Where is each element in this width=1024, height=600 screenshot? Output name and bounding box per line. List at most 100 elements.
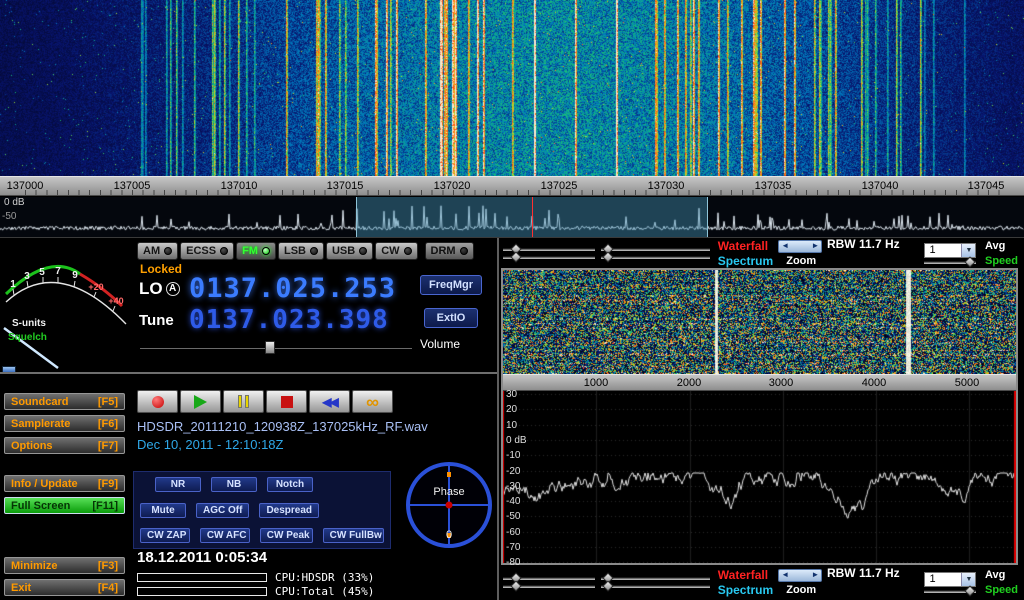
hdsdr-window: 137000 137005 137010 137015 137020 13702… [0,0,1024,600]
dropdown-arrow-icon[interactable]: ▼ [961,244,975,257]
spectrum-offset-slider[interactable] [601,256,710,259]
zoom-label: Zoom [778,584,816,596]
dsp-row: NR NB Notch [140,477,384,492]
main-spectrum-display[interactable]: 0 dB -50 [0,197,1024,237]
spectrum-tab[interactable]: Spectrum [718,254,778,268]
mode-button-am[interactable]: AM [137,242,178,260]
slider-thumb[interactable] [510,251,521,262]
recording-filename: HDSDR_20111210_120938Z_137025kHz_RF.wav [137,419,428,434]
waterfall-tab[interactable]: Waterfall [718,568,778,582]
slider-thumb[interactable] [603,251,614,262]
mode-button-cw[interactable]: CW [375,242,417,260]
soundcard-button[interactable]: Soundcard[F5] [4,393,125,410]
samplerate-button[interactable]: Samplerate[F6] [4,415,125,432]
mode-button-lsb[interactable]: LSB [278,242,324,260]
waterfall-brightness-slider[interactable] [503,577,595,580]
avg-label: Avg [985,569,1024,581]
avg-select[interactable]: 1 ▼ [924,572,976,587]
dropdown-arrow-icon[interactable]: ▼ [961,573,975,586]
pause-button[interactable] [223,390,264,413]
slider-thumb[interactable] [965,256,976,267]
agc-button[interactable]: AGC Off [196,503,249,518]
mode-label: DRM [431,245,456,257]
mode-label: ECSS [186,245,216,257]
main-waterfall-display[interactable] [0,0,1024,176]
button-label: Exit [11,582,31,594]
freqmgr-button[interactable]: FreqMgr [420,275,482,295]
exit-button[interactable]: Exit[F4] [4,579,125,596]
cw-zap-button[interactable]: CW ZAP [140,528,190,543]
extio-button[interactable]: ExtIO [424,308,478,328]
mode-button-drm[interactable]: DRM [425,242,474,260]
despread-button[interactable]: Despread [259,503,319,518]
spectrum-tab[interactable]: Spectrum [718,583,778,597]
zoom-scrollbar[interactable]: ◄ ► [778,569,822,582]
lo-frequency-value[interactable]: 0137.025.253 [189,273,396,304]
pause-icon [238,395,249,408]
spectrum-range-slider[interactable] [503,585,595,588]
volume-slider-groove [140,347,412,349]
options-button[interactable]: Options[F7] [4,437,125,454]
volume-slider[interactable] [140,341,412,354]
cw-afc-button[interactable]: CW AFC [200,528,250,543]
rbw-value: RBW 11.7 Hz [827,566,924,580]
slider-thumb[interactable] [965,585,976,596]
record-button[interactable] [137,390,178,413]
mute-button[interactable]: Mute [140,503,186,518]
play-button[interactable] [180,390,221,413]
volume-slider-thumb[interactable] [265,341,275,354]
spectrum-range-slider[interactable] [503,256,595,259]
zoom-in-arrow-icon[interactable]: ► [811,571,819,579]
speed-slider[interactable] [924,261,976,264]
zoom-out-arrow-icon[interactable]: ◄ [781,242,789,250]
dsp-row: Mute AGC Off Despread [140,503,384,518]
fullscreen-button[interactable]: Full Screen[F11] [4,497,125,514]
vfo-a-badge[interactable]: A [166,282,180,296]
zoom-scrollbar[interactable]: ◄ ► [778,240,822,253]
loop-button[interactable]: ∞ [352,390,393,413]
avg-select-value: 1 [929,244,935,256]
nb-button[interactable]: NB [211,477,257,492]
zoom-in-arrow-icon[interactable]: ► [811,242,819,250]
main-frequency-scale[interactable]: 137000 137005 137010 137015 137020 13702… [0,176,1024,196]
slider-thumb[interactable] [510,580,521,591]
cw-peak-button[interactable]: CW Peak [260,528,313,543]
mode-button-usb[interactable]: USB [326,242,373,260]
waterfall-tab[interactable]: Waterfall [718,239,778,253]
frequency-tick-label: 2000 [677,377,701,389]
waterfall-contrast-slider[interactable] [601,577,710,580]
spectrum-offset-slider[interactable] [601,585,710,588]
tune-label: Tune [139,312,185,329]
db-tick-label: -50 [506,511,520,522]
audio-frequency-scale[interactable]: 1000 2000 3000 4000 5000 [503,374,1016,391]
info-update-button[interactable]: Info / Update[F9] [4,475,125,492]
minimize-button[interactable]: Minimize[F3] [4,557,125,574]
scale-ticks [25,190,1005,195]
avg-select[interactable]: 1 ▼ [924,243,976,258]
mode-led-icon [310,247,318,255]
mode-button-ecss[interactable]: ECSS [180,242,234,260]
display-control-bar-top: Waterfall Spectrum ◄ ► Zoom RBW 11.7 Hz [503,238,1024,268]
cw-fullbw-button[interactable]: CW FullBw [323,528,384,543]
zoom-out-arrow-icon[interactable]: ◄ [781,571,789,579]
audio-spectrum-display[interactable] [503,391,1016,563]
spectrum-db-top-label: 0 dB [4,197,25,208]
rewind-button[interactable]: ◀◀ [309,390,350,413]
nr-button[interactable]: NR [155,477,201,492]
audio-waterfall-display[interactable] [503,270,1016,374]
waterfall-contrast-slider[interactable] [601,248,710,251]
db-tick-label: -10 [506,450,520,461]
slider-thumb[interactable] [603,580,614,591]
mode-led-icon [404,247,412,255]
db-tick-label: -80 [506,557,520,568]
audio-display-frame: 1000 2000 3000 4000 5000 30 20 10 0 dB -… [501,268,1018,565]
waterfall-brightness-slider[interactable] [503,248,595,251]
mode-label: AM [143,245,160,257]
speed-slider[interactable] [924,590,976,593]
notch-button[interactable]: Notch [267,477,313,492]
tune-frequency-value[interactable]: 0137.023.398 [189,305,389,335]
mode-led-icon [359,247,367,255]
control-panel: 1 3 5 7 9 +20 +40 S-units Squelch AM ECS… [0,237,1024,600]
stop-button[interactable] [266,390,307,413]
mode-button-fm[interactable]: FM [236,242,276,260]
